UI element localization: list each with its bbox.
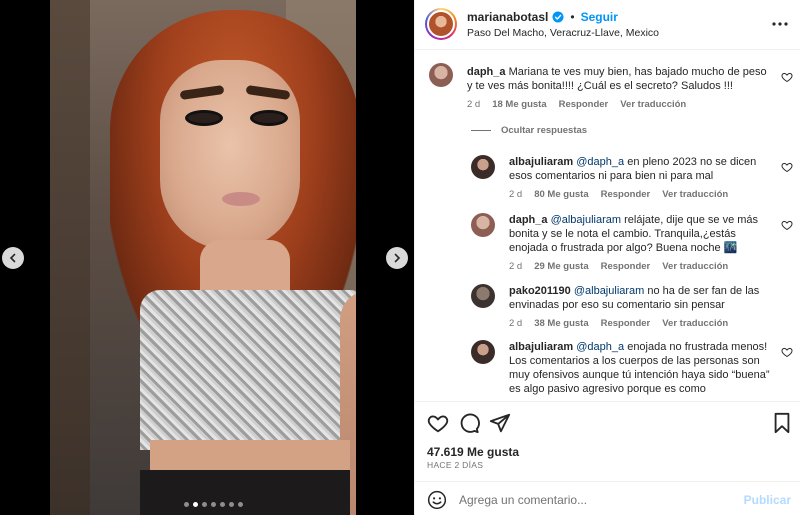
reply-username[interactable]: daph_a	[509, 214, 548, 226]
post-header: marianabotasl • Seguir Paso Del Macho, V…	[415, 0, 800, 50]
comment-input[interactable]	[459, 490, 739, 510]
reply-item: albajuliaram @daph_a en pleno 2023 no se…	[415, 149, 800, 209]
comment-username[interactable]: daph_a	[467, 66, 506, 78]
reply-age: 2 d	[509, 318, 523, 329]
heart-icon[interactable]	[781, 346, 793, 358]
carousel-dots	[184, 502, 243, 507]
carousel-dot	[211, 502, 216, 507]
bookmark-icon[interactable]	[771, 412, 793, 434]
reply-age: 2 d	[509, 261, 523, 272]
post-comment-button[interactable]: Publicar	[744, 493, 791, 507]
reply-translate-button[interactable]: Ver traducción	[662, 318, 728, 329]
heart-icon[interactable]	[781, 161, 793, 173]
reply-username[interactable]: albajuliaram	[509, 341, 573, 353]
comments-list[interactable]: daph_a Mariana te ves muy bien, has baja…	[415, 51, 800, 401]
reply-item: pako201190 @albajuliaram no ha de ser fa…	[415, 278, 800, 334]
reply-text: albajuliaram @daph_a en pleno 2023 no se…	[509, 155, 774, 183]
more-options-icon	[772, 22, 788, 26]
owner-username[interactable]: marianabotasl	[467, 10, 548, 24]
add-comment-bar: Publicar	[415, 481, 800, 515]
carousel-dot	[184, 502, 189, 507]
post-media	[0, 0, 414, 515]
comment-meta: 2 d 18 Me gusta Responder Ver traducción	[467, 99, 686, 110]
owner-avatar[interactable]	[425, 8, 457, 40]
reply-meta: 2 d 38 Me gusta Responder Ver traducción	[509, 318, 728, 329]
carousel-next-button[interactable]	[386, 247, 408, 269]
photo-eye	[185, 110, 223, 126]
comment-text: daph_a Mariana te ves muy bien, has baja…	[467, 65, 772, 93]
carousel-dot	[220, 502, 225, 507]
chevron-right-icon	[394, 253, 401, 263]
comment-age: 2 d	[467, 99, 481, 110]
hide-replies-label: Ocultar respuestas	[501, 125, 588, 136]
post-side-panel: marianabotasl • Seguir Paso Del Macho, V…	[414, 0, 800, 515]
heart-icon[interactable]	[781, 219, 793, 231]
photo-door-frame	[50, 0, 90, 515]
reply-reply-button[interactable]: Responder	[601, 318, 651, 329]
likes-count[interactable]: 47.619 Me gusta	[427, 445, 519, 459]
more-options-button[interactable]	[770, 14, 790, 34]
post-timestamp[interactable]: HACE 2 DÍAS	[427, 460, 483, 470]
reply-meta: 2 d 80 Me gusta Responder Ver traducción	[509, 189, 728, 200]
comment-translate-button[interactable]: Ver traducción	[620, 99, 686, 110]
follow-button[interactable]: Seguir	[581, 10, 618, 24]
comment-likes[interactable]: 18 Me gusta	[492, 99, 546, 110]
reply-item: daph_a @albajuliaram relájate, dije que …	[415, 207, 800, 277]
reply-text: daph_a @albajuliaram relájate, dije que …	[509, 213, 774, 255]
reply-text: pako201190 @albajuliaram no ha de ser fa…	[509, 284, 774, 312]
carousel-dot	[193, 502, 198, 507]
chevron-left-icon	[9, 253, 16, 263]
photo-pants	[140, 470, 350, 515]
photo-eye	[250, 110, 288, 126]
divider-line	[471, 130, 491, 131]
comment-avatar[interactable]	[429, 63, 453, 87]
verified-badge-icon	[552, 11, 564, 23]
carousel-dot	[202, 502, 207, 507]
reply-avatar[interactable]	[471, 284, 495, 308]
reply-avatar[interactable]	[471, 155, 495, 179]
reply-username[interactable]: pako201190	[509, 285, 571, 297]
carousel-dot	[229, 502, 234, 507]
reply-mention[interactable]: @albajuliaram	[551, 214, 621, 226]
reply-mention[interactable]: @albajuliaram	[574, 285, 644, 297]
hide-replies-button[interactable]: Ocultar respuestas	[471, 125, 587, 136]
carousel-prev-button[interactable]	[2, 247, 24, 269]
reply-meta: 2 d 29 Me gusta Responder Ver traducción	[509, 261, 728, 272]
reply-translate-button[interactable]: Ver traducción	[662, 261, 728, 272]
comment-reply-button[interactable]: Responder	[559, 99, 609, 110]
reply-age: 2 d	[509, 189, 523, 200]
share-icon[interactable]	[489, 412, 511, 434]
reply-likes[interactable]: 29 Me gusta	[534, 261, 588, 272]
post-photo[interactable]	[50, 0, 356, 515]
photo-face	[160, 60, 300, 250]
photo-lips	[222, 192, 260, 206]
reply-likes[interactable]: 38 Me gusta	[534, 318, 588, 329]
heart-icon[interactable]	[781, 71, 793, 83]
reply-username[interactable]: albajuliaram	[509, 156, 573, 168]
reply-translate-button[interactable]: Ver traducción	[662, 189, 728, 200]
reply-item: albajuliaram @daph_a enojada no frustrad…	[415, 334, 800, 401]
reply-avatar[interactable]	[471, 213, 495, 237]
post-actions: 47.619 Me gusta HACE 2 DÍAS	[415, 401, 800, 481]
comment-item: daph_a Mariana te ves muy bien, has baja…	[415, 51, 800, 121]
comment-body: Mariana te ves muy bien, has bajado much…	[467, 66, 767, 92]
photo-sparkle-top	[140, 290, 356, 450]
carousel-dot	[238, 502, 243, 507]
reply-text: albajuliaram @daph_a enojada no frustrad…	[509, 340, 774, 396]
reply-reply-button[interactable]: Responder	[601, 261, 651, 272]
separator-dot: •	[570, 10, 575, 24]
reply-avatar[interactable]	[471, 340, 495, 364]
reply-mention[interactable]: @daph_a	[576, 341, 624, 353]
comment-icon[interactable]	[458, 412, 480, 434]
reply-mention[interactable]: @daph_a	[576, 156, 624, 168]
post-location[interactable]: Paso Del Macho, Veracruz-Llave, Mexico	[467, 27, 659, 39]
reply-likes[interactable]: 80 Me gusta	[534, 189, 588, 200]
heart-icon[interactable]	[427, 412, 449, 434]
emoji-icon[interactable]	[427, 490, 447, 510]
owner-line: marianabotasl • Seguir	[467, 10, 618, 24]
reply-reply-button[interactable]: Responder	[601, 189, 651, 200]
